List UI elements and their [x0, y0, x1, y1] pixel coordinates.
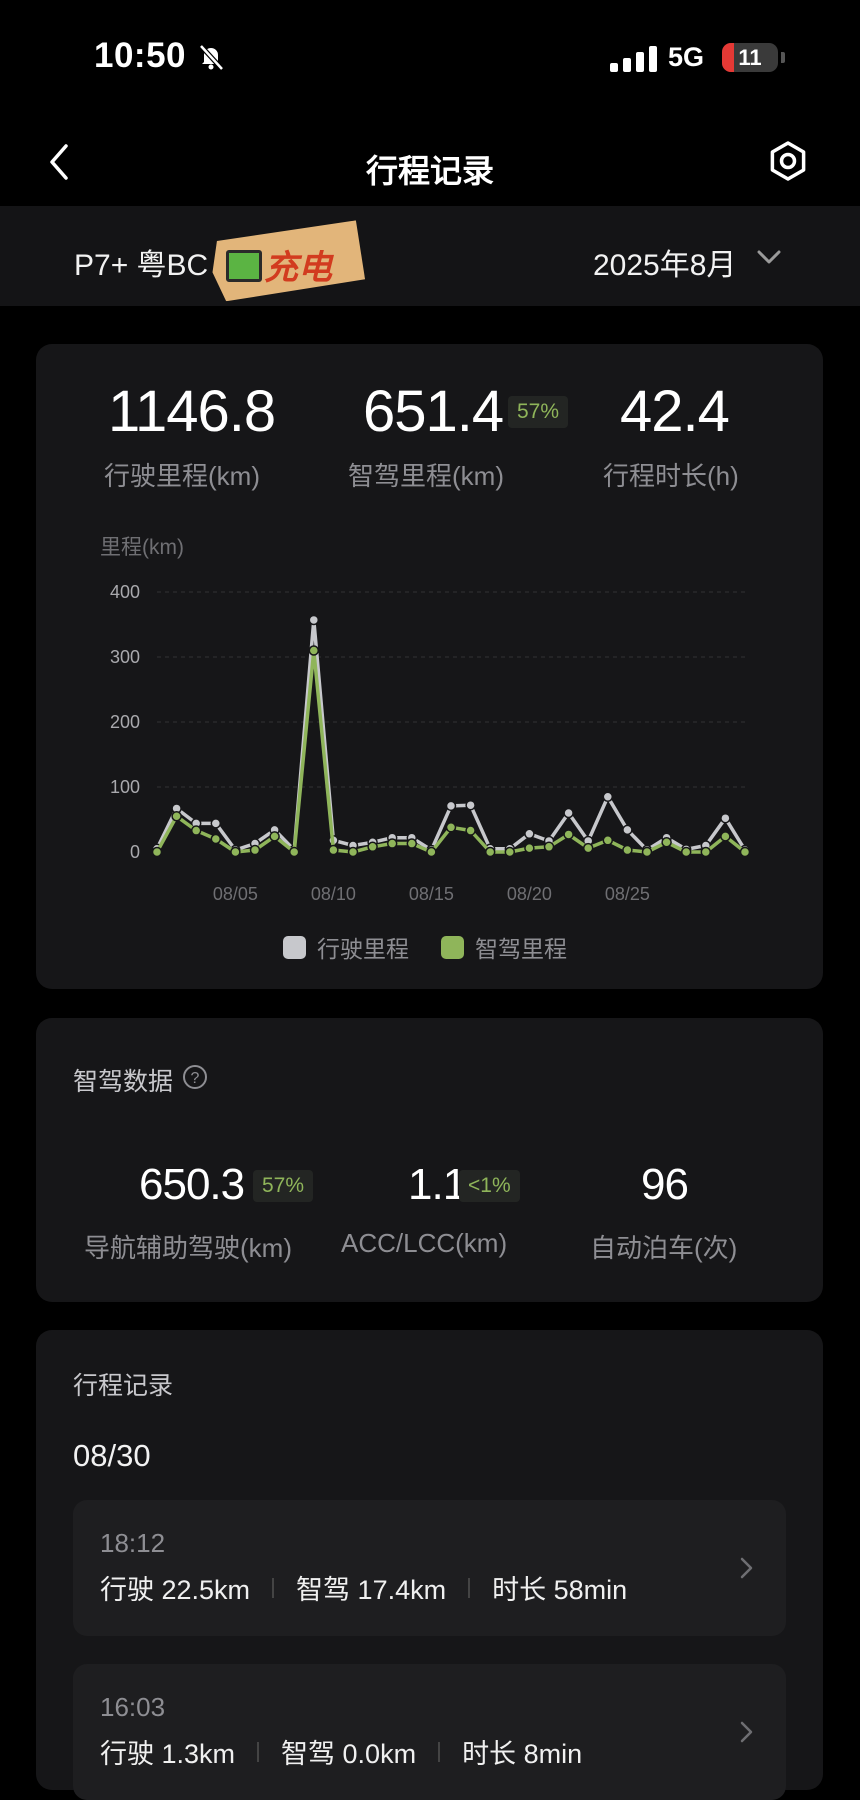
trip-drive: 行驶 22.5km: [100, 1575, 251, 1605]
data-point-drive: [465, 799, 476, 811]
data-point-assist: [563, 829, 574, 840]
legend-drive-label: 行驶里程: [317, 936, 409, 962]
data-point-assist: [484, 846, 496, 858]
data-point-assist: [465, 825, 476, 836]
data-point-drive: [524, 828, 535, 840]
data-point-assist: [210, 833, 222, 845]
data-point-assist: [406, 838, 418, 849]
data-point-assist: [543, 841, 555, 853]
data-point-assist: [230, 846, 241, 858]
data-point-assist: [288, 846, 300, 858]
chart-legend: 行驶里程 智驾里程: [283, 930, 567, 964]
data-point-assist: [680, 846, 692, 858]
trip-time: 16:03: [100, 1692, 166, 1722]
svg-text:?: ?: [191, 1070, 200, 1087]
data-point-assist: [445, 822, 457, 833]
data-point-assist: [504, 846, 516, 858]
trip-duration: 时长 8min: [462, 1739, 583, 1769]
chevron-right-icon: [740, 1557, 753, 1579]
x-tick-label: 08/25: [605, 884, 650, 904]
trip-drive: 行驶 1.3km: [100, 1739, 236, 1769]
records-title: 行程记录: [73, 1372, 174, 1400]
data-point-assist: [367, 841, 378, 853]
data-point-drive: [622, 824, 633, 836]
data-point-drive: [563, 807, 574, 819]
data-point-assist: [582, 842, 594, 854]
data-point-assist: [426, 846, 437, 858]
legend-assist-label: 智驾里程: [475, 936, 567, 962]
divider: [438, 1741, 441, 1762]
trip-assist: 智驾 0.0km: [281, 1739, 417, 1769]
y-tick-label: 0: [130, 842, 140, 862]
divider: [272, 1577, 275, 1598]
divider: [257, 1741, 260, 1762]
chevron-right-icon: [740, 1721, 753, 1743]
nav-assist-badge: 57%: [253, 1170, 314, 1202]
nav-assist-label: 导航辅助驾驶(km): [84, 1233, 292, 1263]
records-date: 08/30: [73, 1438, 151, 1473]
data-point-assist: [328, 844, 339, 856]
y-tick-label: 400: [110, 582, 140, 602]
trip-record-item[interactable]: 16:03 行驶 1.3km 智驾 0.0km 时长 8min: [73, 1664, 786, 1800]
data-point-assist: [641, 846, 653, 858]
trip-summary: 行驶 22.5km 智驾 17.4km 时长 58min: [100, 1568, 627, 1607]
trip-time: 18:12: [100, 1528, 166, 1558]
x-tick-label: 08/15: [409, 884, 454, 904]
data-point-assist: [308, 645, 320, 656]
data-point-assist: [249, 844, 261, 856]
trip-duration: 时长 58min: [492, 1575, 628, 1605]
data-point-assist: [151, 846, 163, 858]
data-point-assist: [622, 844, 633, 856]
trip-assist: 智驾 17.4km: [296, 1575, 447, 1605]
data-point-assist: [269, 831, 280, 842]
legend-drive-swatch: [283, 935, 306, 959]
data-point-assist: [602, 835, 614, 846]
auto-park-label: 自动泊车(次): [590, 1233, 738, 1263]
data-point-drive: [602, 791, 614, 802]
acc-lcc-badge: <1%: [459, 1170, 520, 1202]
data-point-assist: [661, 837, 672, 848]
legend-assist-swatch: [441, 935, 464, 959]
x-tick-label: 08/20: [507, 884, 552, 904]
data-point-assist: [190, 825, 202, 836]
auto-park-value: 96: [641, 1160, 689, 1209]
trip-summary: 行驶 1.3km 智驾 0.0km 时长 8min: [100, 1732, 582, 1771]
trip-record-item[interactable]: 18:12 行驶 22.5km 智驾 17.4km 时长 58min: [73, 1500, 786, 1636]
data-point-drive: [308, 614, 320, 626]
mileage-chart: 400 300 200 100 0 08/05 08/10 08/15 08/20 08/25: [110, 582, 751, 904]
divider: [468, 1577, 471, 1598]
data-point-drive: [445, 800, 457, 812]
series-line-assist: [155, 648, 747, 854]
y-tick-label: 200: [110, 712, 140, 732]
acc-lcc-value: 1.1: [408, 1160, 467, 1209]
series-line-drive: [155, 618, 747, 852]
data-point-drive: [210, 818, 222, 829]
assist-data-title: 智驾数据: [73, 1068, 174, 1096]
data-point-assist: [386, 838, 398, 849]
x-tick-label: 08/05: [213, 884, 258, 904]
y-tick-label: 100: [110, 777, 140, 797]
data-point-assist: [739, 846, 751, 858]
question-circle-icon[interactable]: ?: [182, 1064, 208, 1095]
acc-lcc-label: ACC/LCC(km): [341, 1228, 508, 1258]
data-point-assist: [524, 842, 535, 854]
x-tick-label: 08/10: [311, 884, 356, 904]
data-point-assist: [720, 831, 731, 842]
data-point-drive: [720, 812, 731, 824]
data-point-assist: [700, 846, 712, 858]
nav-assist-value: 650.3: [139, 1160, 245, 1209]
data-point-assist: [171, 811, 182, 822]
data-point-assist: [347, 846, 359, 858]
y-tick-label: 300: [110, 647, 140, 667]
